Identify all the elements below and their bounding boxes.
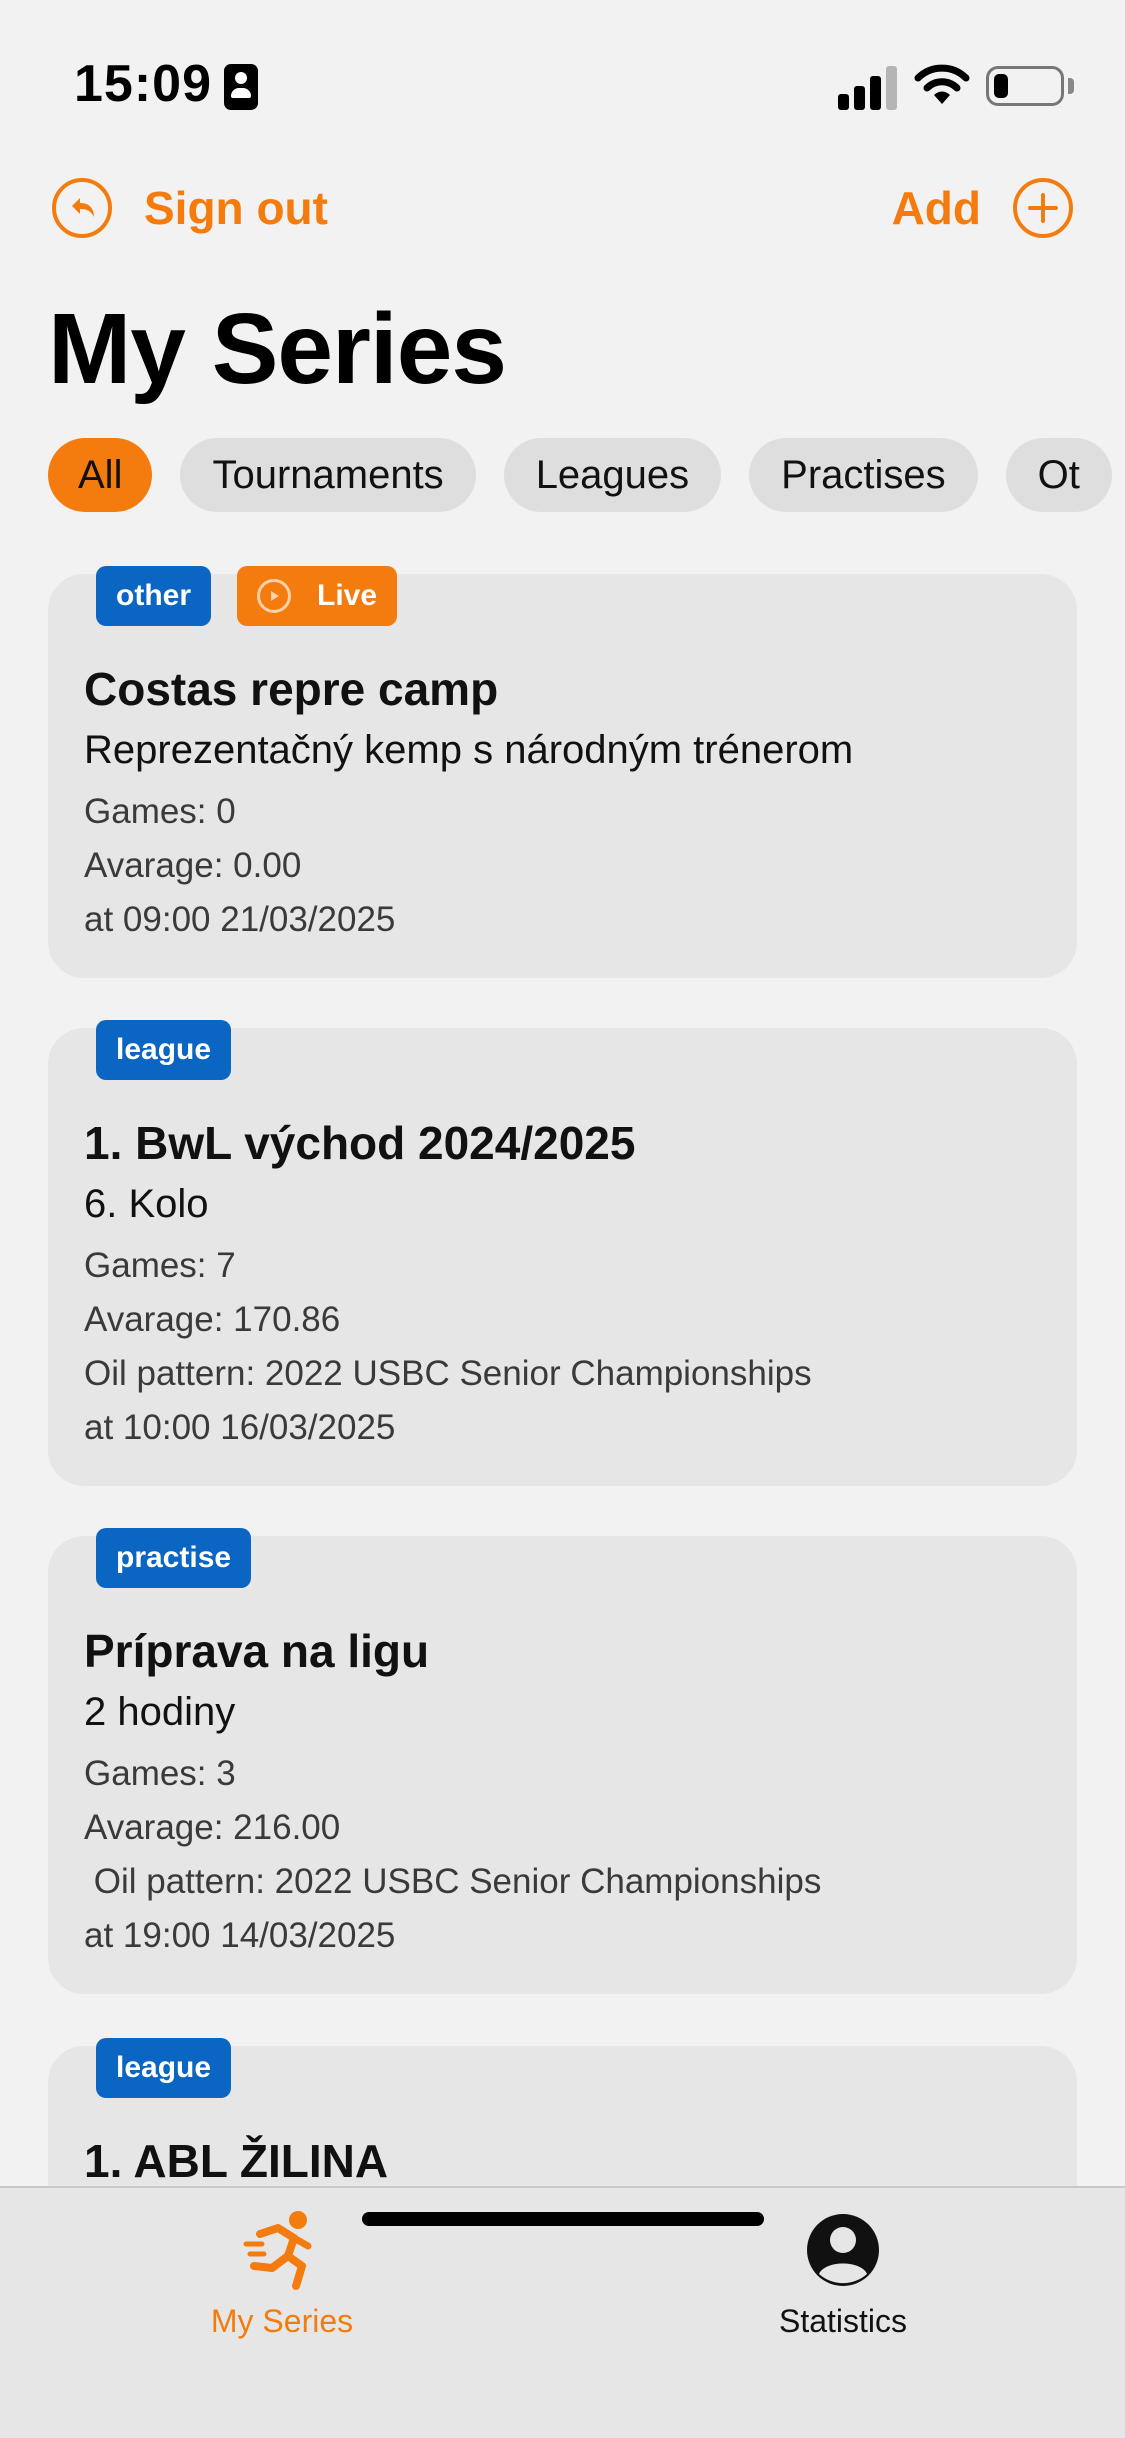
type-badge: practise <box>96 1528 252 1588</box>
series-title: 1. BwL východ 2024/2025 <box>84 1117 636 1169</box>
status-bar: 15:09 <box>0 0 1125 160</box>
series-games: Games: 3 <box>84 1754 236 1793</box>
series-oil-pattern: Oil pattern: 2022 USBC Senior Championsh… <box>84 1862 822 1901</box>
battery-tip <box>1068 78 1074 94</box>
series-subtitle: 2 hodiny <box>84 1690 236 1734</box>
series-average: Avarage: 216.00 <box>84 1808 341 1847</box>
series-games: Games: 0 <box>84 792 236 831</box>
sign-out-button[interactable]: Sign out <box>52 178 328 238</box>
badge-row: league <box>96 1020 257 1080</box>
add-label: Add <box>891 182 981 234</box>
type-badge: league <box>96 1020 232 1080</box>
sign-out-label: Sign out <box>144 182 328 234</box>
series-average: Avarage: 170.86 <box>84 1300 341 1339</box>
series-datetime: at 10:00 16/03/2025 <box>84 1408 396 1447</box>
badge-row: league <box>96 2038 257 2098</box>
person-circle-icon <box>807 2214 879 2286</box>
filter-chip-other[interactable]: Ot <box>1005 438 1112 512</box>
status-time: 15:09 <box>74 55 212 113</box>
type-badge: league <box>96 2038 232 2098</box>
tab-my-series[interactable]: My Series <box>132 2208 432 2340</box>
series-card[interactable]: practise Príprava na ligu 2 hodiny Games… <box>48 1528 1077 1994</box>
badge-row: other Live <box>96 566 423 626</box>
filter-chip-leagues[interactable]: Leagues <box>503 438 722 512</box>
filter-chips: All Tournaments Leagues Practises Ot <box>48 438 1125 512</box>
id-card-icon <box>224 64 258 110</box>
tab-statistics[interactable]: Statistics <box>693 2208 993 2340</box>
badge-row: practise <box>96 1528 277 1588</box>
tab-label: My Series <box>210 2303 354 2339</box>
back-arrow-circle-icon <box>52 178 112 238</box>
series-title: Costas repre camp <box>84 663 499 715</box>
series-subtitle: 6. Kolo <box>84 1182 209 1226</box>
series-games: Games: 7 <box>84 1246 236 1285</box>
tab-label: Statistics <box>778 2303 908 2339</box>
filter-chip-tournaments[interactable]: Tournaments <box>180 438 476 512</box>
type-badge: other <box>96 566 211 626</box>
play-circle-icon <box>257 579 291 613</box>
home-indicator <box>362 2212 764 2226</box>
series-average: Avarage: 0.00 <box>84 846 302 885</box>
series-card[interactable]: other Live Costas repre camp Reprezentač… <box>48 566 1077 978</box>
series-subtitle: Reprezentačný kemp s národným trénerom <box>84 728 854 772</box>
filter-chip-all[interactable]: All <box>48 438 153 512</box>
series-oil-pattern: Oil pattern: 2022 USBC Senior Championsh… <box>84 1354 812 1393</box>
add-button[interactable]: Add <box>892 178 1073 238</box>
live-badge: Live <box>237 566 398 626</box>
battery-icon <box>986 66 1064 106</box>
series-card[interactable]: league 1. BwL východ 2024/2025 6. Kolo G… <box>48 1020 1077 1486</box>
page-title: My Series <box>48 293 507 405</box>
live-label: Live <box>317 579 378 612</box>
cellular-signal-icon <box>838 66 898 110</box>
series-title: Príprava na ligu <box>84 1625 430 1677</box>
plus-circle-icon <box>1013 178 1073 238</box>
series-datetime: at 09:00 21/03/2025 <box>84 900 396 939</box>
filter-chip-practises[interactable]: Practises <box>749 438 978 512</box>
series-datetime: at 19:00 14/03/2025 <box>84 1916 396 1955</box>
series-title: 1. ABL ŽILINA <box>84 2135 389 2187</box>
wifi-icon <box>914 64 970 104</box>
running-person-icon <box>243 2211 312 2290</box>
